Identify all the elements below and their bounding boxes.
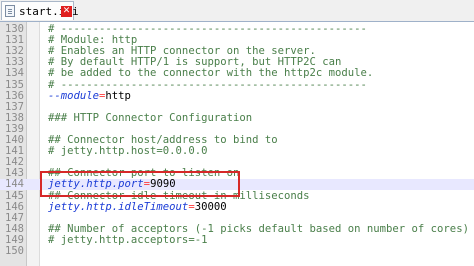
code-token: jetty.http.idleTimeout [48,200,189,213]
line-number: 144 [5,178,24,191]
line-text: # jetty.http.acceptors=-1 [48,233,208,246]
line-text: --module=http [48,89,131,102]
line-text: # jetty.http.host=0.0.0.0 [48,146,207,157]
line-number: 135 [5,78,24,91]
line-text: jetty.http.idleTimeout=30000 [48,200,227,213]
line-number: 134 [5,67,24,80]
code-line[interactable]: 146 jetty.http.idleTimeout=30000 [0,200,474,213]
code-token: http [105,89,131,102]
tab-start-ini[interactable]: start.ini ✕ [1,1,79,20]
code-line[interactable]: 138 ### HTTP Connector Configuration [0,111,474,124]
code-token: --module [48,89,100,102]
code-token: # jetty.http.host=0.0.0.0 [48,145,208,158]
code-line[interactable]: 149 # jetty.http.acceptors=-1 [0,233,474,246]
file-icon [5,5,15,17]
code-token: 30000 [194,200,227,213]
code-line[interactable]: 141 # jetty.http.host=0.0.0.0 [0,145,474,157]
port-highlight-box [40,171,240,197]
close-icon[interactable]: ✕ [61,6,72,17]
code-line[interactable]: 150 [0,245,474,257]
line-number: 150 [5,245,24,257]
code-editor[interactable]: 130 # -----------------------------------… [0,22,474,266]
tab-bar: start.ini ✕ [0,0,474,22]
code-line[interactable]: 136 --module=http [0,89,474,102]
code-token: ### HTTP Connector Configuration [48,111,253,124]
code-token: # jetty.http.acceptors=-1 [48,233,208,246]
line-number: 145 [5,189,24,202]
line-text: ### HTTP Connector Configuration [48,111,253,124]
